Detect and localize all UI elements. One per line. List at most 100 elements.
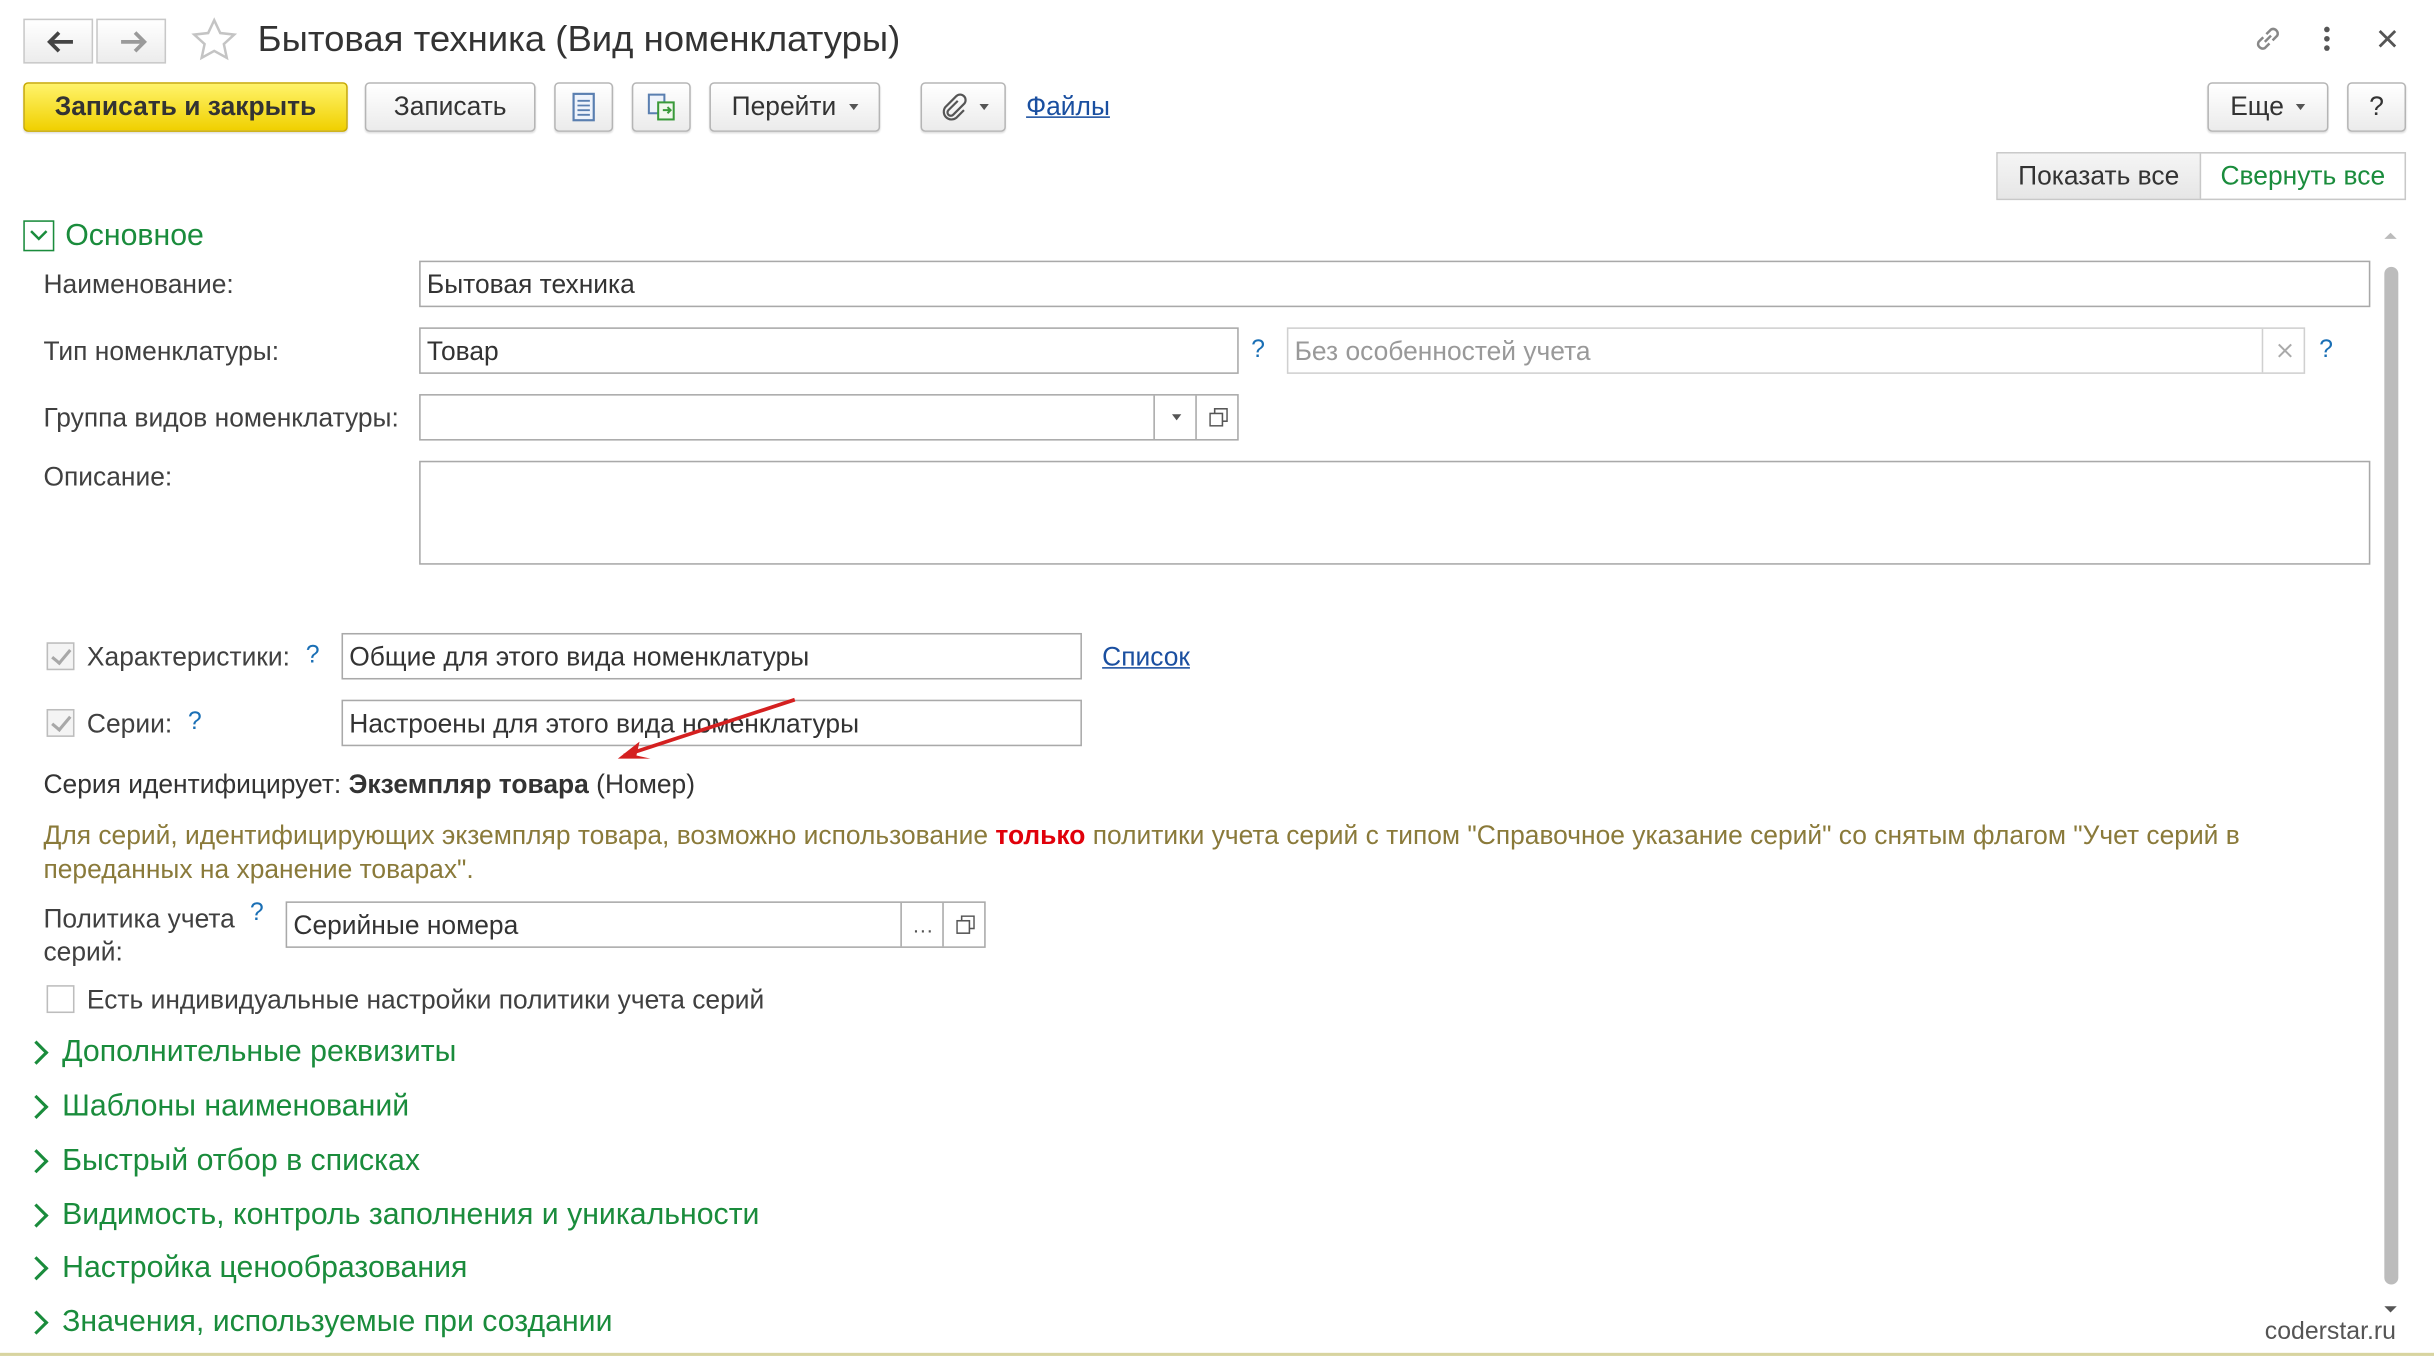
open-window-icon [955, 915, 975, 934]
chevron-down-icon [848, 103, 858, 111]
expand-collapse-toggle: Показать все Свернуть все [1996, 152, 2407, 201]
section-title: Видимость, контроль заполнения и уникаль… [62, 1197, 760, 1232]
series-policy-label-line2: серий: [43, 937, 123, 967]
main-group-title: Основное [65, 218, 204, 253]
clipped-section-wrapper: Значения, используемые при создании [0, 1304, 2375, 1338]
description-label: Описание: [43, 462, 173, 492]
series-identifies-label: Серия идентифицирует: [43, 769, 342, 799]
accounting-features-input[interactable]: Без особенностей учета [1286, 327, 2306, 374]
series-policy-label-line1: Политика учета [43, 904, 235, 934]
forward-button[interactable] [96, 18, 167, 64]
save-and-close-button[interactable]: Записать и закрыть [23, 82, 348, 132]
accounting-help-mark[interactable]: ? [2319, 337, 2333, 365]
type-help-mark[interactable]: ? [1251, 337, 1265, 365]
related-documents-button[interactable] [631, 82, 691, 132]
scrollbar-thumb[interactable] [2384, 266, 2399, 1285]
link-icon[interactable] [2251, 22, 2285, 56]
group-label: Группа видов номенклатуры: [43, 403, 399, 433]
series-help-mark[interactable]: ? [188, 709, 202, 737]
clear-button[interactable] [2261, 328, 2305, 373]
watermark: coderstar.ru [2264, 1318, 2396, 1346]
series-checkbox[interactable] [46, 708, 75, 737]
group-dropdown-button[interactable] [1153, 395, 1196, 440]
paperclip-icon [941, 93, 966, 121]
structure-icon [647, 93, 675, 121]
section-title: Дополнительные реквизиты [62, 1034, 457, 1069]
section-title: Шаблоны наименований [62, 1089, 410, 1124]
note-text-line2: переданных на хранение товарах". [43, 854, 474, 885]
collapse-all-button[interactable]: Свернуть все [2201, 154, 2404, 199]
vertical-scrollbar[interactable] [2378, 227, 2403, 1322]
open-window-icon [1208, 408, 1228, 427]
section-title: Быстрый отбор в списках [62, 1143, 421, 1178]
type-input[interactable]: Товар [419, 327, 1239, 374]
group-input[interactable] [419, 394, 1239, 441]
note-emphasis: только [995, 820, 1086, 851]
attachment-button[interactable] [920, 82, 1006, 132]
chevron-right-icon [24, 1149, 49, 1174]
arrow-right-icon [121, 31, 147, 53]
annotation-arrow [617, 697, 796, 759]
series-policy-input[interactable]: Серийные номера [285, 901, 986, 948]
more-menu-label: Еще [2230, 91, 2284, 122]
save-button[interactable]: Записать [364, 82, 536, 132]
chevron-right-icon [24, 1040, 49, 1065]
series-policy-label: Политика учета серий: [43, 903, 234, 968]
favorite-star-icon[interactable] [189, 16, 239, 66]
form-window: Бытовая техника (Вид номенклатуры) Запис… [0, 0, 2434, 1359]
chevron-right-icon [24, 1203, 49, 1228]
characteristics-checkbox[interactable] [46, 642, 75, 671]
more-menu-button[interactable]: Еще [2207, 82, 2329, 132]
chevron-right-icon [24, 1310, 49, 1335]
series-policy-open-button[interactable] [942, 902, 985, 947]
back-button[interactable] [23, 18, 94, 64]
section-pricing-settings[interactable]: Настройка ценообразования [24, 1250, 468, 1286]
chevron-down-icon [2296, 103, 2306, 111]
ellipsis-icon: … [911, 912, 934, 938]
section-quick-filter[interactable]: Быстрый отбор в списках [24, 1143, 421, 1179]
individual-settings-checkbox[interactable] [46, 985, 75, 1014]
individual-settings-label: Есть индивидуальные настройки политики у… [86, 985, 765, 1015]
goto-menu-button[interactable]: Перейти [709, 82, 881, 132]
chevron-down-icon [1171, 414, 1181, 421]
description-textarea[interactable] [419, 460, 2371, 565]
bottom-border [0, 1352, 2434, 1356]
more-vertical-icon[interactable] [2316, 22, 2338, 56]
chevron-down-icon [30, 230, 48, 241]
characteristics-help-mark[interactable]: ? [306, 642, 320, 670]
type-label: Тип номенклатуры: [43, 336, 280, 367]
series-policy-note: Для серий, идентифицирующих экземпляр то… [43, 819, 2340, 887]
chevron-right-icon [24, 1256, 49, 1281]
clear-icon [2277, 343, 2292, 358]
files-link[interactable]: Файлы [1026, 92, 1110, 123]
series-label: Серии: [86, 708, 173, 739]
group-open-button[interactable] [1195, 395, 1238, 440]
section-additional-attributes[interactable]: Дополнительные реквизиты [24, 1034, 457, 1071]
chevron-right-icon [24, 1094, 49, 1119]
section-title: Значения, используемые при создании [62, 1304, 613, 1338]
window-title: Бытовая техника (Вид номенклатуры) [257, 18, 901, 59]
series-identifies-suffix: (Номер) [596, 769, 695, 799]
section-visibility-control[interactable]: Видимость, контроль заполнения и уникаль… [24, 1197, 760, 1234]
note-text-start: Для серий, идентифицирующих экземпляр то… [43, 820, 989, 851]
series-policy-help-mark[interactable]: ? [250, 900, 264, 928]
chevron-down-icon [978, 103, 989, 111]
series-identifies-value: Экземпляр товара [348, 769, 589, 799]
show-all-button[interactable]: Показать все [1997, 153, 2202, 199]
document-list-icon [572, 92, 595, 122]
characteristics-input[interactable]: Общие для этого вида номенклатуры [341, 632, 1082, 680]
name-input[interactable]: Бытовая техника [419, 260, 2371, 308]
scroll-up-icon [2384, 232, 2397, 239]
main-group-collapse-toggle[interactable] [23, 220, 55, 252]
series-policy-select-button[interactable]: … [900, 902, 943, 947]
section-name-templates[interactable]: Шаблоны наименований [24, 1089, 410, 1125]
document-list-button[interactable] [554, 82, 614, 132]
help-button[interactable]: ? [2347, 82, 2407, 132]
close-icon[interactable] [2375, 26, 2400, 51]
section-default-values[interactable]: Значения, используемые при создании [24, 1304, 613, 1338]
section-title: Настройка ценообразования [62, 1250, 468, 1285]
characteristics-label: Характеристики: [86, 642, 290, 672]
goto-menu-label: Перейти [731, 91, 837, 122]
characteristics-list-link[interactable]: Список [1102, 642, 1190, 673]
scroll-down-icon [2384, 1306, 2397, 1313]
